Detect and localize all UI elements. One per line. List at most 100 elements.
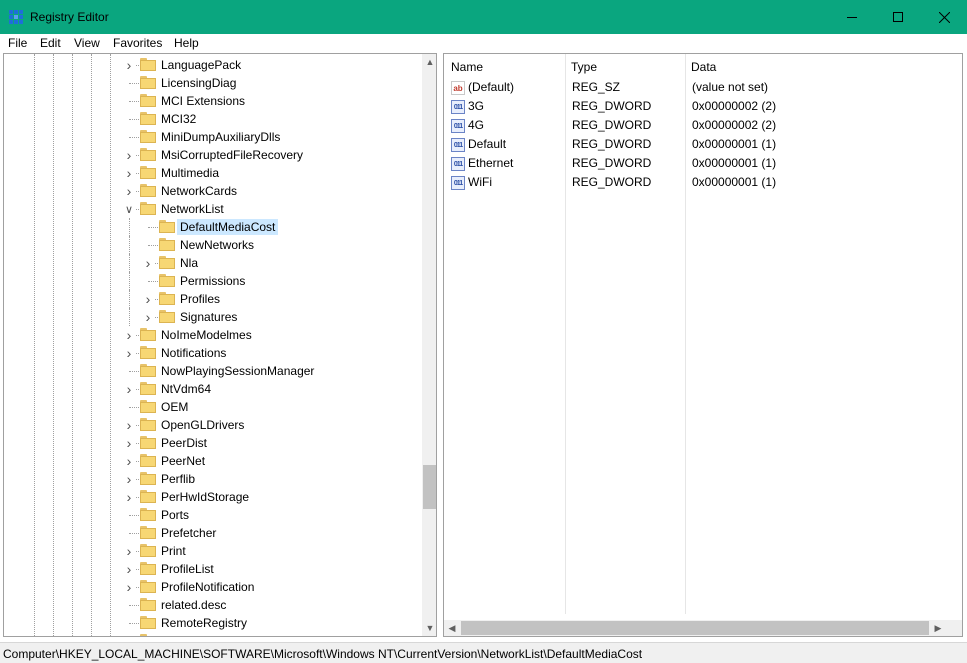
tree-item-label[interactable]: Multimedia [158, 165, 222, 181]
value-row[interactable]: 011 Default REG_DWORD 0x00000001 (1) [444, 136, 944, 155]
tree-item-label[interactable]: Ports [158, 507, 192, 523]
value-row[interactable]: 011 Ethernet REG_DWORD 0x00000001 (1) [444, 155, 944, 174]
tree-item[interactable]: › SrvEdit [4, 632, 422, 636]
menu-edit[interactable]: Edit [40, 36, 61, 50]
values-list[interactable]: Name Type Data ab (Default) REG_SZ (value n… [443, 53, 963, 637]
tree-item-label[interactable]: ProfileNotification [158, 579, 257, 595]
expand-chevron-icon[interactable]: › [123, 57, 135, 73]
tree-item[interactable]: › Print [4, 542, 422, 560]
expand-chevron-icon[interactable]: › [123, 165, 135, 181]
tree-item[interactable]: RemoteRegistry [4, 614, 422, 632]
tree-item[interactable]: NewNetworks [4, 236, 422, 254]
scroll-left-icon[interactable]: ◀ [444, 620, 460, 636]
tree-item[interactable]: › Multimedia [4, 164, 422, 182]
column-header-type[interactable]: Type [565, 58, 685, 78]
tree-item[interactable]: › ProfileNotification [4, 578, 422, 596]
column-header-data[interactable]: Data [685, 58, 885, 78]
tree-item-label[interactable]: Notifications [158, 345, 229, 361]
tree-item[interactable]: › Signatures [4, 308, 422, 326]
tree-item[interactable]: › ProfileList [4, 560, 422, 578]
tree-item-label[interactable]: DefaultMediaCost [177, 219, 279, 235]
tree-item[interactable]: MCI32 [4, 110, 422, 128]
tree-item-label[interactable]: Prefetcher [158, 525, 219, 541]
tree-item-label[interactable]: LanguagePack [158, 57, 244, 73]
expand-chevron-icon[interactable]: › [142, 291, 154, 307]
value-row[interactable]: 011 4G REG_DWORD 0x00000002 (2) [444, 117, 944, 136]
expand-chevron-icon[interactable]: › [123, 327, 135, 343]
tree-item-label[interactable]: PeerNet [158, 453, 208, 469]
tree-item-label[interactable]: NewNetworks [177, 237, 257, 253]
tree-item[interactable]: › Nla [4, 254, 422, 272]
minimize-button[interactable] [829, 0, 875, 34]
tree-item-label[interactable]: SrvEdit [158, 633, 203, 636]
tree-item[interactable]: › PerHwIdStorage [4, 488, 422, 506]
tree-item[interactable]: › Notifications [4, 344, 422, 362]
expand-chevron-icon[interactable]: › [123, 471, 135, 487]
tree-vertical-scrollbar[interactable]: ▲ ▼ [422, 54, 436, 636]
scroll-up-icon[interactable]: ▲ [422, 54, 436, 70]
tree-item-label[interactable]: NetworkList [158, 201, 227, 217]
value-row[interactable]: 011 WiFi REG_DWORD 0x00000001 (1) [444, 174, 944, 193]
tree-item-label[interactable]: NowPlayingSessionManager [158, 363, 317, 379]
expand-chevron-icon[interactable]: › [123, 345, 135, 361]
tree-item[interactable]: › OpenGLDrivers [4, 416, 422, 434]
tree-item[interactable]: › NetworkCards [4, 182, 422, 200]
tree-item[interactable]: MiniDumpAuxiliaryDlls [4, 128, 422, 146]
tree-scroll-thumb[interactable] [423, 465, 436, 509]
expand-chevron-icon[interactable]: › [123, 453, 135, 469]
tree-item[interactable]: Ports [4, 506, 422, 524]
tree-item[interactable]: › NtVdm64 [4, 380, 422, 398]
tree-item[interactable]: LicensingDiag [4, 74, 422, 92]
tree-item-label[interactable]: Perflib [158, 471, 198, 487]
tree-item-label[interactable]: RemoteRegistry [158, 615, 250, 631]
tree-item[interactable]: Permissions [4, 272, 422, 290]
tree-item-label[interactable]: PeerDist [158, 435, 210, 451]
expand-chevron-icon[interactable]: › [123, 633, 135, 636]
menu-help[interactable]: Help [174, 36, 199, 50]
tree-item-label[interactable]: NtVdm64 [158, 381, 214, 397]
expand-chevron-icon[interactable]: › [123, 417, 135, 433]
values-scroll-thumb[interactable] [461, 621, 929, 635]
menu-favorites[interactable]: Favorites [113, 36, 162, 50]
tree-item[interactable]: › Perflib [4, 470, 422, 488]
key-tree[interactable]: › LanguagePack LicensingDiag MCI Extensions… [3, 53, 437, 637]
expand-chevron-icon[interactable]: › [123, 147, 135, 163]
expand-chevron-icon[interactable]: › [123, 579, 135, 595]
expand-chevron-icon[interactable]: › [123, 435, 135, 451]
tree-item-label[interactable]: related.desc [158, 597, 229, 613]
expand-chevron-icon[interactable]: › [142, 309, 154, 325]
tree-item-label[interactable]: OEM [158, 399, 191, 415]
tree-item-label[interactable]: Signatures [177, 309, 240, 325]
tree-item-label[interactable]: PerHwIdStorage [158, 489, 252, 505]
menu-file[interactable]: File [8, 36, 27, 50]
tree-item[interactable]: Prefetcher [4, 524, 422, 542]
expand-chevron-icon[interactable]: › [123, 543, 135, 559]
tree-item-label[interactable]: LicensingDiag [158, 75, 239, 91]
value-row[interactable]: 011 3G REG_DWORD 0x00000002 (2) [444, 98, 944, 117]
tree-item-label[interactable]: NetworkCards [158, 183, 240, 199]
scroll-right-icon[interactable]: ▶ [930, 620, 946, 636]
tree-item[interactable]: › LanguagePack [4, 56, 422, 74]
tree-item-label[interactable]: Profiles [177, 291, 223, 307]
collapse-chevron-icon[interactable]: ∨ [123, 203, 135, 216]
tree-item-label[interactable]: NoImeModelmes [158, 327, 255, 343]
menu-view[interactable]: View [74, 36, 100, 50]
tree-item-label[interactable]: OpenGLDrivers [158, 417, 247, 433]
tree-item-label[interactable]: MiniDumpAuxiliaryDlls [158, 129, 283, 145]
scroll-down-icon[interactable]: ▼ [422, 620, 436, 636]
tree-item[interactable]: NowPlayingSessionManager [4, 362, 422, 380]
tree-item[interactable]: › NoImeModelmes [4, 326, 422, 344]
expand-chevron-icon[interactable]: › [142, 255, 154, 271]
tree-item-label[interactable]: MCI Extensions [158, 93, 248, 109]
tree-item-label[interactable]: Print [158, 543, 189, 559]
column-header-name[interactable]: Name [445, 58, 565, 78]
expand-chevron-icon[interactable]: › [123, 183, 135, 199]
expand-chevron-icon[interactable]: › [123, 561, 135, 577]
tree-item-label[interactable]: MsiCorruptedFileRecovery [158, 147, 306, 163]
maximize-button[interactable] [875, 0, 921, 34]
tree-item[interactable]: › Profiles [4, 290, 422, 308]
tree-item[interactable]: ∨ NetworkList [4, 200, 422, 218]
tree-item-label[interactable]: MCI32 [158, 111, 199, 127]
tree-item-label[interactable]: Nla [177, 255, 201, 271]
values-horizontal-scrollbar[interactable]: ◀ ▶ [444, 620, 962, 636]
